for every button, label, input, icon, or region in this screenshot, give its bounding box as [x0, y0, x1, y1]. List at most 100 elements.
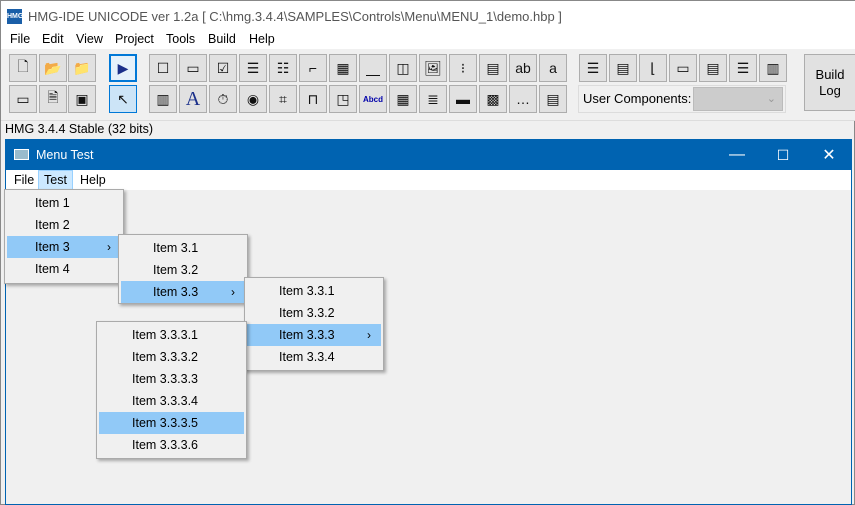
ipaddress-button[interactable]: …	[509, 85, 537, 113]
menu-item-label: Item 3.3.3	[279, 328, 335, 342]
menu-tools[interactable]: Tools	[166, 32, 195, 46]
open-folder-icon: 📂	[44, 59, 62, 76]
hyperlink-icon: Abcd	[363, 94, 383, 104]
menu-item[interactable]: Item 3.3.1	[247, 280, 381, 302]
menu-item[interactable]: Item 3.3.4	[247, 346, 381, 368]
menu-file[interactable]: File	[10, 32, 30, 46]
activex-button[interactable]: ▩	[479, 85, 507, 113]
menu-item[interactable]: Item 3.3.3.4	[99, 390, 244, 412]
menu-view[interactable]: View	[76, 32, 103, 46]
menu-project[interactable]: Project	[115, 32, 154, 46]
menu-item[interactable]: Item 3.3.3 ›	[247, 324, 381, 346]
progressbar-button[interactable]: ▬	[449, 85, 477, 113]
grid-button[interactable]: ▦	[329, 54, 357, 82]
menu-item[interactable]: Item 3.3.2	[247, 302, 381, 324]
document-button[interactable]: 🗎	[39, 85, 67, 113]
menu-item[interactable]: Item 3 ›	[7, 236, 121, 258]
checkbox-button[interactable]: ☑	[209, 54, 237, 82]
window-icon	[14, 149, 29, 160]
menu-item[interactable]: Item 3.2	[121, 259, 245, 281]
timer-button[interactable]: ⏱	[209, 85, 237, 113]
build-log-label-1: Build	[815, 67, 845, 82]
film-icon: ▣	[75, 90, 89, 107]
child-menu-file[interactable]: File	[9, 170, 39, 190]
film-button[interactable]: ▣	[68, 85, 96, 113]
combobox-button[interactable]: ☷	[269, 54, 297, 82]
pointer-icon: ↖	[117, 90, 129, 107]
image-button[interactable]: 🖼	[419, 54, 447, 82]
line-button[interactable]: ⌐	[299, 54, 327, 82]
submenu-3: Item 3.1 Item 3.2 Item 3.3 ›	[118, 234, 248, 304]
spinner-icon: ◫	[396, 59, 410, 76]
menu-item[interactable]: Item 3.3.3.1	[99, 324, 244, 346]
main-menubar: File Edit View Project Tools Build Help	[1, 29, 855, 49]
toolbar-d-button[interactable]: ☰	[729, 54, 757, 82]
menu-item[interactable]: Item 1	[7, 192, 121, 214]
radio-button[interactable]: ◉	[239, 85, 267, 113]
status-text: HMG 3.4.4 Stable (32 bits)	[5, 122, 153, 136]
frame-button[interactable]: ⌗	[269, 85, 297, 113]
line-icon: ⌐	[308, 60, 318, 76]
menu-item[interactable]: Item 3.3.3.6	[99, 434, 244, 456]
close-button[interactable]: ✕	[806, 140, 852, 170]
app-title: HMG-IDE UNICODE ver 1.2a [ C:\hmg.3.4.4\…	[28, 9, 562, 24]
new-file-button[interactable]: 🗋	[9, 54, 37, 82]
open-folder-button[interactable]: 📂	[39, 54, 67, 82]
menu-item[interactable]: Item 2	[7, 214, 121, 236]
menu-item[interactable]: Item 3.3 ›	[121, 281, 245, 303]
run-icon: ▶	[117, 59, 129, 76]
child-menu-test[interactable]: Test	[38, 170, 73, 190]
listbox-button[interactable]: ☰	[239, 54, 267, 82]
slider-icon: ⎽	[366, 59, 380, 76]
slider-button[interactable]: ⎽	[359, 54, 387, 82]
build-log-button[interactable]: Build Log	[804, 54, 855, 111]
toolbar-a-button[interactable]: ☰	[579, 54, 607, 82]
menu-item[interactable]: Item 3.1	[121, 237, 245, 259]
user-components-combo[interactable]: ⌄	[693, 87, 783, 111]
menu-edit[interactable]: Edit	[42, 32, 64, 46]
pointer-button[interactable]: ↖	[109, 85, 137, 113]
rounded-button-button[interactable]: ▭	[179, 54, 207, 82]
progress-icon: ◳	[336, 90, 350, 107]
spinner-button[interactable]: ◫	[389, 54, 417, 82]
document-icon: 🗎	[47, 89, 59, 105]
label-button[interactable]: A	[179, 85, 207, 113]
toolbar-b-button[interactable]: ▤	[609, 54, 637, 82]
form-button[interactable]: ▭	[9, 85, 37, 113]
menu-item[interactable]: Item 4	[7, 258, 121, 280]
menu-item[interactable]: Item 3.3.3.5	[99, 412, 244, 434]
menu-item-label: Item 3.3	[153, 285, 199, 299]
child-menu-help[interactable]: Help	[75, 170, 111, 190]
menu-item-label: Item 3	[35, 240, 70, 254]
statusbar-button[interactable]: ⌊	[639, 54, 667, 82]
browse-button[interactable]: ▤	[539, 85, 567, 113]
button-button[interactable]: ☐	[149, 54, 177, 82]
child-title: Menu Test	[36, 148, 94, 162]
grid-b-button[interactable]: ▥	[759, 54, 787, 82]
edit-box-button[interactable]: a	[539, 54, 567, 82]
datepicker-icon: ▤	[486, 59, 500, 76]
books-button[interactable]: ▥	[149, 85, 177, 113]
timer-icon: ⏱	[217, 90, 229, 107]
panel-button[interactable]: ▭	[669, 54, 697, 82]
tree-button[interactable]: ⁝	[449, 54, 477, 82]
maximize-button[interactable]: ☐	[760, 140, 806, 170]
toolbar-c-button[interactable]: ▤	[699, 54, 727, 82]
run-button[interactable]: ▶	[109, 54, 137, 82]
minimize-button[interactable]: —	[714, 140, 760, 170]
richedit-button[interactable]: ≣	[419, 85, 447, 113]
datepicker-button[interactable]: ▤	[479, 54, 507, 82]
menu-item[interactable]: Item 3.3.3.2	[99, 346, 244, 368]
user-components-label: User Components:	[583, 91, 692, 106]
test-menu-popup: Item 1 Item 2 Item 3 › Item 4	[4, 189, 124, 284]
open-project-button[interactable]: 📁	[68, 54, 96, 82]
checkbox-icon: ☑	[216, 59, 230, 76]
progress-button[interactable]: ◳	[329, 85, 357, 113]
textbox-button[interactable]: ab	[509, 54, 537, 82]
menu-build[interactable]: Build	[208, 32, 236, 46]
hyperlink-button[interactable]: Abcd	[359, 85, 387, 113]
tab-button[interactable]: ⊓	[299, 85, 327, 113]
menu-help[interactable]: Help	[249, 32, 275, 46]
monthcal-button[interactable]: ▦	[389, 85, 417, 113]
menu-item[interactable]: Item 3.3.3.3	[99, 368, 244, 390]
